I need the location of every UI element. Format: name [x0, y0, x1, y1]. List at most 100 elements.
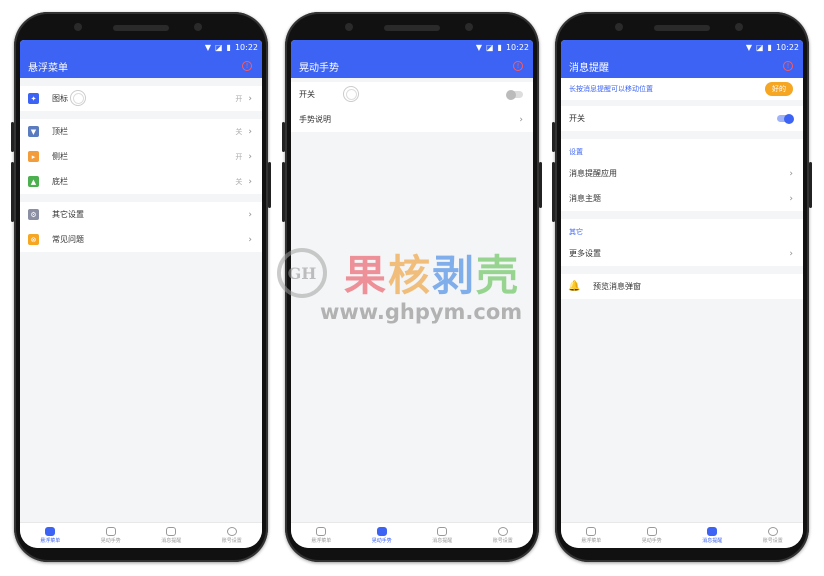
volume-down-button: [11, 162, 14, 222]
nav-message-reminder[interactable]: 消息提醒: [141, 523, 202, 548]
shake-toggle[interactable]: [506, 89, 523, 100]
status-bar: ▼ ◪ ▮ 10:22: [20, 40, 262, 54]
nav-floating-menu[interactable]: 悬浮菜单: [291, 523, 352, 548]
row-reminder-apps[interactable]: 消息提醒应用 ›: [561, 161, 803, 186]
camera: [345, 23, 353, 31]
row-label: 开关: [299, 90, 315, 99]
clock: 10:22: [505, 42, 529, 52]
user-icon: [226, 527, 237, 536]
wifi-icon: ▼: [475, 42, 482, 52]
row-bottom-bar[interactable]: ▲ 底栏 关 ›: [20, 169, 262, 194]
nav-account[interactable]: 账号设置: [202, 523, 263, 548]
info-icon[interactable]: !: [783, 61, 793, 71]
nav-shake-gesture[interactable]: 晃动手势: [622, 523, 683, 548]
group-gesture: 开关 手势说明 ›: [291, 82, 533, 132]
nav-account[interactable]: 账号设置: [743, 523, 804, 548]
nav-label: 账号设置: [762, 538, 783, 544]
info-icon[interactable]: !: [242, 61, 252, 71]
row-switch[interactable]: 开关: [561, 106, 803, 131]
nav-floating-menu[interactable]: 悬浮菜单: [20, 523, 81, 548]
bottom-nav: 悬浮菜单 晃动手势 消息提醒 账号设置: [561, 522, 803, 548]
nav-label: 消息提醒: [702, 538, 723, 544]
section-title: 设置: [561, 139, 803, 161]
volume-down-button: [282, 162, 285, 222]
volume-up-button: [11, 122, 14, 152]
nav-floating-menu[interactable]: 悬浮菜单: [561, 523, 622, 548]
reminder-toggle[interactable]: [777, 113, 794, 124]
signal-icon: ◪: [755, 42, 764, 52]
nav-label: 晃动手势: [641, 538, 662, 544]
bottom-bar-icon: ▲: [28, 176, 39, 187]
wifi-icon: ▼: [745, 42, 752, 52]
row-label: 侧栏: [52, 152, 68, 161]
bell-icon: [437, 527, 448, 536]
chevron-right-icon: ›: [248, 93, 252, 104]
app-bar: 晃动手势 !: [291, 54, 533, 78]
wifi-icon: ▼: [204, 42, 211, 52]
row-faq[interactable]: ⊗ 常见问题 ›: [20, 227, 262, 252]
row-switch[interactable]: 开关: [291, 82, 533, 107]
row-icon[interactable]: ✦ 图标 开 ›: [20, 86, 262, 111]
page-title: 消息提醒: [569, 62, 609, 74]
row-preview-popup[interactable]: 🔔 预览消息弹窗: [561, 274, 803, 299]
screen-floating-menu: ▼ ◪ ▮ 10:22 悬浮菜单 ! ✦ 图标 开 › ▼ 顶栏 关 › ▸ 侧…: [20, 40, 262, 548]
camera: [74, 23, 82, 31]
power-button: [268, 162, 271, 208]
touch-ripple-icon: [70, 90, 86, 106]
row-top-bar[interactable]: ▼ 顶栏 关 ›: [20, 119, 262, 144]
chevron-right-icon: ›: [519, 114, 523, 125]
gear-icon: ⚙: [28, 209, 39, 220]
tip-text: 长按消息提醒可以移动位置: [569, 85, 653, 93]
toggle-icon: [586, 527, 597, 536]
group-switch: 开关: [561, 106, 803, 131]
phone-frame-2: ▼ ◪ ▮ 10:22 晃动手势 ! 开关 手势说明 › 悬浮菜单 晃动手势 消…: [282, 12, 542, 562]
row-label: 常见问题: [52, 235, 84, 244]
speaker: [384, 25, 440, 31]
touch-ripple-icon: [343, 86, 359, 102]
sensor: [194, 23, 202, 31]
row-label: 预览消息弹窗: [593, 282, 641, 291]
bell-icon: [707, 527, 718, 536]
row-value: 开: [235, 94, 243, 103]
signal-icon: ◪: [485, 42, 494, 52]
group-other: 其它 更多设置 ›: [561, 219, 803, 266]
nav-shake-gesture[interactable]: 晃动手势: [81, 523, 142, 548]
user-icon: [767, 527, 778, 536]
clock: 10:22: [775, 42, 799, 52]
sensor: [465, 23, 473, 31]
row-message-theme[interactable]: 消息主题 ›: [561, 186, 803, 211]
nav-account[interactable]: 账号设置: [473, 523, 534, 548]
page-title: 悬浮菜单: [28, 62, 68, 74]
nav-shake-gesture[interactable]: 晃动手势: [352, 523, 413, 548]
row-label: 消息主题: [569, 194, 601, 203]
bottom-nav: 悬浮菜单 晃动手势 消息提醒 账号设置: [20, 522, 262, 548]
ok-button[interactable]: 好的: [765, 82, 793, 96]
nav-label: 消息提醒: [161, 538, 182, 544]
nav-message-reminder[interactable]: 消息提醒: [412, 523, 473, 548]
clock: 10:22: [234, 42, 258, 52]
phone-shake-icon: [376, 527, 387, 536]
group-preview: 🔔 预览消息弹窗: [561, 274, 803, 299]
nav-label: 悬浮菜单: [581, 538, 602, 544]
chevron-right-icon: ›: [789, 248, 793, 259]
row-more-settings[interactable]: 更多设置 ›: [561, 241, 803, 266]
chevron-right-icon: ›: [248, 151, 252, 162]
status-bar: ▼ ◪ ▮ 10:22: [561, 40, 803, 54]
side-bar-icon: ▸: [28, 151, 39, 162]
chevron-right-icon: ›: [789, 168, 793, 179]
bell-icon: 🔔: [568, 281, 581, 292]
info-icon[interactable]: !: [513, 61, 523, 71]
row-label: 开关: [569, 114, 585, 123]
nav-message-reminder[interactable]: 消息提醒: [682, 523, 743, 548]
row-side-bar[interactable]: ▸ 侧栏 开 ›: [20, 144, 262, 169]
row-other-settings[interactable]: ⚙ 其它设置 ›: [20, 202, 262, 227]
phone-frame-3: ▼ ◪ ▮ 10:22 消息提醒 ! 长按消息提醒可以移动位置 好的 开关 设置…: [552, 12, 812, 562]
phone-shake-icon: [105, 527, 116, 536]
row-label: 更多设置: [569, 249, 601, 258]
row-value: 关: [235, 177, 243, 186]
user-icon: [497, 527, 508, 536]
speaker: [113, 25, 169, 31]
chevron-right-icon: ›: [248, 234, 252, 245]
row-value: 关: [235, 127, 243, 136]
row-gesture-help[interactable]: 手势说明 ›: [291, 107, 533, 132]
